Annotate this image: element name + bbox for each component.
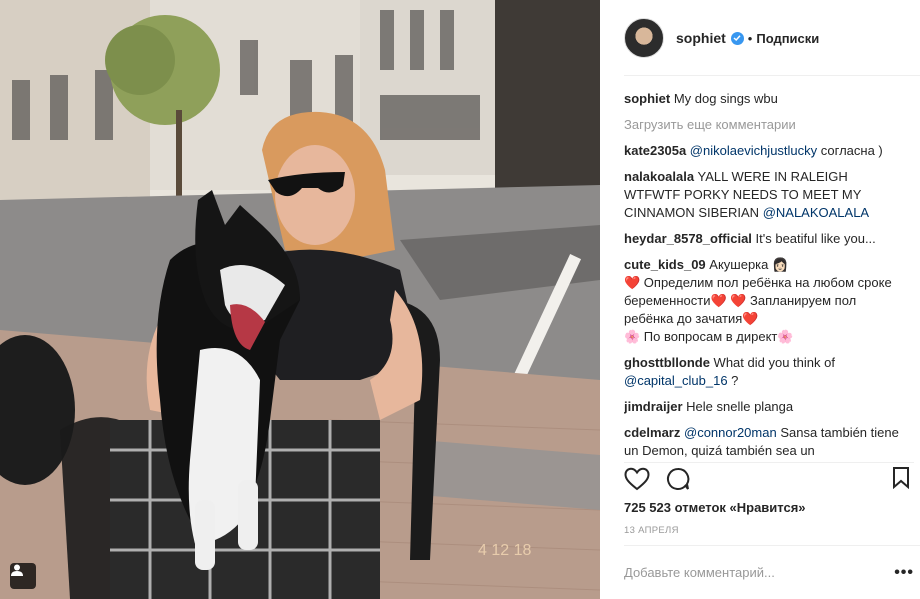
avatar[interactable]	[624, 18, 664, 58]
header-separator: •	[747, 30, 753, 46]
user-tag-icon[interactable]	[10, 563, 36, 589]
comment-text: Hele snelle planga	[682, 399, 794, 414]
comment-item: jimdraijer Hele snelle planga	[624, 398, 900, 416]
post-date[interactable]: 13 апреля	[624, 525, 679, 536]
comment-text-tail: ?	[727, 373, 739, 388]
comment-continuation: 🌸 По вопросам в директ🌸	[624, 328, 900, 346]
caption-text: My dog sings wbu	[670, 91, 778, 106]
header-username[interactable]: sophiet	[676, 30, 726, 46]
comment-mention[interactable]: @connor20man	[684, 425, 777, 440]
bookmark-icon[interactable]	[892, 467, 910, 492]
caption: sophiet My dog sings wbu	[624, 90, 900, 108]
comment-item: cdelmarz @connor20man Sansa también tien…	[624, 424, 900, 458]
comment-username[interactable]: heydar_8578_official	[624, 231, 752, 246]
comment-username[interactable]: nalakoalala	[624, 169, 694, 184]
more-options-button[interactable]: •••	[894, 564, 914, 582]
comment-item: heydar_8578_official It's beatiful like …	[624, 230, 900, 248]
comment-username[interactable]: cute_kids_09	[624, 257, 706, 272]
comment-username[interactable]: kate2305a	[624, 143, 686, 158]
like-heart-icon[interactable]	[624, 467, 650, 494]
post-view: 4 12 18 sophiet • Подписки sophiet My do…	[0, 0, 920, 599]
comment-text: ❤️ Определим пол ребёнка на любом сроке …	[624, 275, 892, 326]
post-actions	[624, 462, 914, 494]
comment-text: 🌸 По вопросам в директ🌸	[624, 329, 794, 344]
comment-bubble-icon[interactable]	[666, 467, 690, 494]
user-silhouette-icon	[11, 564, 23, 576]
comment-item: nalakoalala YALL WERE IN RALEIGH WTFWTF …	[624, 168, 900, 222]
post-side-panel: sophiet • Подписки sophiet My dog sings …	[600, 0, 920, 599]
comment-text: Акушерка 👩🏻	[705, 257, 789, 272]
comment-username[interactable]: cdelmarz	[624, 425, 680, 440]
post-photo[interactable]: 4 12 18	[0, 0, 600, 599]
comment-username[interactable]: ghosttbllonde	[624, 355, 710, 370]
comment-mention[interactable]: @capital_club_16	[624, 373, 728, 388]
comments-list[interactable]: sophiet My dog sings wbu Загрузить еще к…	[624, 90, 900, 458]
comment-text: What did you think of	[709, 355, 835, 370]
comment-input[interactable]	[624, 565, 874, 580]
verified-badge-icon	[730, 31, 744, 45]
load-more-comments-button[interactable]: Загрузить еще комментарии	[624, 116, 900, 134]
comment-mention[interactable]: @NALAKOALALA	[763, 205, 869, 220]
photo-date-watermark: 4 12 18	[478, 542, 531, 559]
photo-illustration: 4 12 18	[0, 0, 600, 599]
header-divider	[624, 75, 920, 76]
comment-item: cute_kids_09 Акушерка 👩🏻	[624, 256, 900, 274]
likes-count[interactable]: 725 523 отметок «Нравится»	[624, 500, 806, 515]
comment-text: It's beatiful like you...	[751, 231, 876, 246]
comment-mention[interactable]: @nikolaevichjustlucky	[690, 143, 817, 158]
add-comment-bar: •••	[624, 545, 920, 599]
comment-username[interactable]: jimdraijer	[624, 399, 683, 414]
comment-continuation: ❤️ Определим пол ребёнка на любом сроке …	[624, 274, 900, 328]
caption-username[interactable]: sophiet	[624, 91, 670, 106]
comment-text: согласна )	[817, 143, 883, 158]
follow-button[interactable]: Подписки	[756, 31, 819, 46]
post-header: sophiet • Подписки	[600, 0, 920, 76]
comment-item: ghosttbllonde What did you think of @cap…	[624, 354, 900, 390]
comment-item: kate2305a @nikolaevichjustlucky согласна…	[624, 142, 900, 160]
